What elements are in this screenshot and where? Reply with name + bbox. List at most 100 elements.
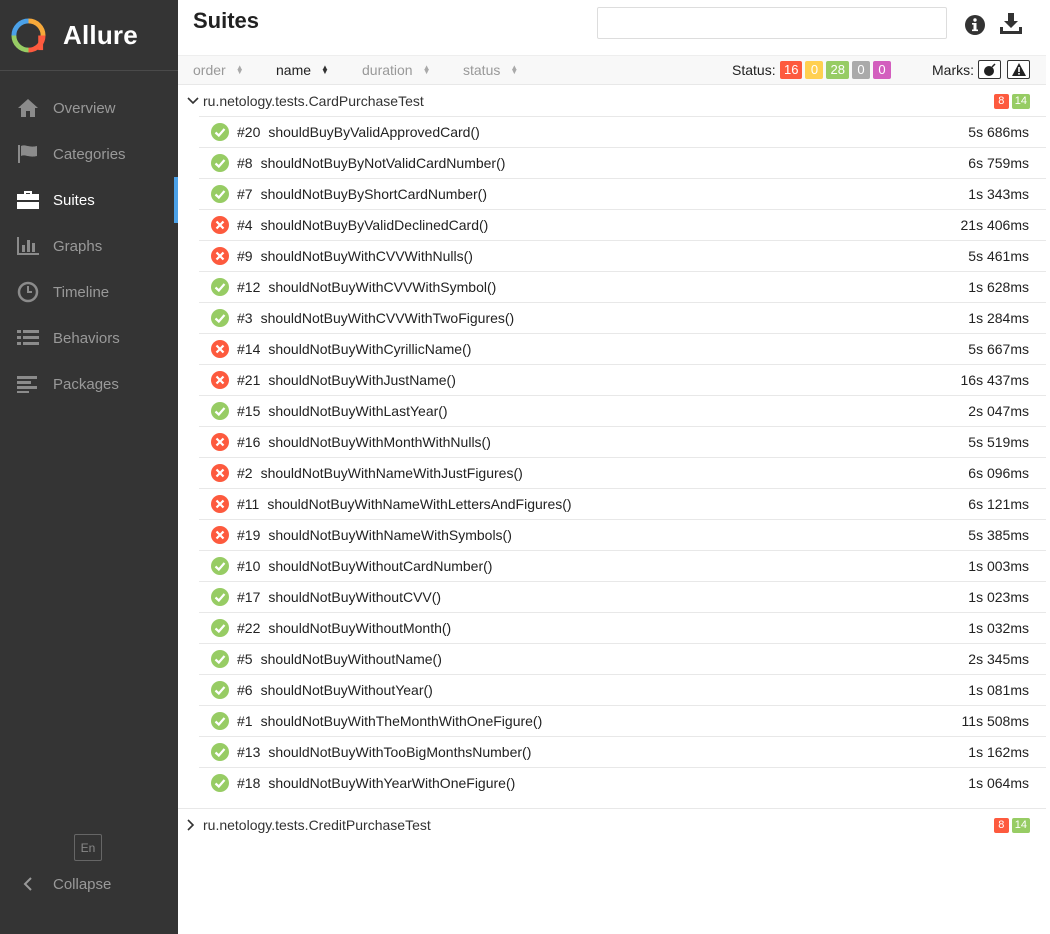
x-circle-icon xyxy=(211,495,229,513)
sort-arrows-icon: ▲ ▼ xyxy=(510,63,519,76)
test-row[interactable]: #2 shouldNotBuyWithNameWithJustFigures() 6… xyxy=(199,457,1046,488)
test-number: #19 xyxy=(237,527,261,543)
test-row[interactable]: #13 shouldNotBuyWithTooBigMonthsNumber() 1… xyxy=(199,736,1046,767)
test-row[interactable]: #6 shouldNotBuyWithoutYear() 1s 081ms xyxy=(199,674,1046,705)
test-duration: 1s 081ms xyxy=(968,682,1029,698)
new-failed-mark-toggle[interactable] xyxy=(1007,60,1030,79)
sidebar-item-timeline[interactable]: Timeline xyxy=(0,269,178,315)
sort-name[interactable]: name ▲ ▼ xyxy=(276,62,329,78)
test-name: shouldNotBuyWithNameWithSymbols() xyxy=(268,527,512,543)
status-failed-toggle[interactable]: 16 xyxy=(780,61,803,79)
brand[interactable]: Allure xyxy=(0,0,178,71)
suite-group-card-purchase[interactable]: ru.netology.tests.CardPurchaseTest 8 14 xyxy=(178,85,1046,116)
sidebar-item-label: Overview xyxy=(53,99,116,117)
test-list: #20 shouldBuyByValidApprovedCard() 5s 686m… xyxy=(199,116,1046,798)
check-circle-icon xyxy=(211,309,229,327)
test-row[interactable]: #1 shouldNotBuyWithTheMonthWithOneFigure(… xyxy=(199,705,1046,736)
test-name: shouldNotBuyByShortCardNumber() xyxy=(260,186,488,202)
test-number: #3 xyxy=(237,310,253,326)
test-number: #10 xyxy=(237,558,261,574)
test-row[interactable]: #11 shouldNotBuyWithNameWithLettersAndFig… xyxy=(199,488,1046,519)
test-duration: 1s 003ms xyxy=(968,558,1029,574)
status-filter: 16 0 28 0 0 xyxy=(780,61,891,79)
status-unknown-toggle[interactable]: 0 xyxy=(872,61,891,79)
test-name: shouldNotBuyWithMonthWithNulls() xyxy=(268,434,491,450)
test-name: shouldBuyByValidApprovedCard() xyxy=(268,124,480,140)
sort-arrows-icon: ▲ ▼ xyxy=(235,63,244,76)
x-circle-icon xyxy=(211,340,229,358)
test-row[interactable]: #3 shouldNotBuyWithCVVWithTwoFigures() 1s … xyxy=(199,302,1046,333)
test-duration: 2s 047ms xyxy=(968,403,1029,419)
test-duration: 1s 628ms xyxy=(968,279,1029,295)
sidebar-item-packages[interactable]: Packages xyxy=(0,361,178,407)
test-row[interactable]: #16 shouldNotBuyWithMonthWithNulls() 5s 51… xyxy=(199,426,1046,457)
failed-count-badge: 8 xyxy=(993,94,1009,109)
test-duration: 5s 385ms xyxy=(968,527,1029,543)
marks-filter-label: Marks: xyxy=(932,62,974,78)
sort-duration[interactable]: duration ▲ ▼ xyxy=(362,62,431,78)
test-row[interactable]: #14 shouldNotBuyWithCyrillicName() 5s 667m… xyxy=(199,333,1046,364)
test-name: shouldNotBuyWithTooBigMonthsNumber() xyxy=(268,744,532,760)
sort-label: status xyxy=(463,62,501,78)
x-circle-icon xyxy=(211,371,229,389)
passed-count-badge: 14 xyxy=(1011,94,1030,109)
sidebar-item-overview[interactable]: Overview xyxy=(0,85,178,131)
test-row[interactable]: #18 shouldNotBuyWithYearWithOneFigure() 1s… xyxy=(199,767,1046,798)
language-button[interactable]: En xyxy=(74,834,102,861)
status-skipped-toggle[interactable]: 0 xyxy=(851,61,870,79)
test-row[interactable]: #19 shouldNotBuyWithNameWithSymbols() 5s 3… xyxy=(199,519,1046,550)
test-row[interactable]: #10 shouldNotBuyWithoutCardNumber() 1s 003… xyxy=(199,550,1046,581)
search-input[interactable] xyxy=(597,7,947,39)
collapse-label: Collapse xyxy=(53,875,112,893)
sidebar-item-label: Graphs xyxy=(53,237,103,255)
sort-label: order xyxy=(193,62,226,78)
sidebar-item-label: Categories xyxy=(53,145,126,163)
sidebar-item-categories[interactable]: Categories xyxy=(0,131,178,177)
test-row[interactable]: #15 shouldNotBuyWithLastYear() 2s 047ms xyxy=(199,395,1046,426)
sidebar-item-suites[interactable]: Suites xyxy=(0,177,178,223)
sort-status[interactable]: status ▲ ▼ xyxy=(463,62,518,78)
test-duration: 5s 667ms xyxy=(968,341,1029,357)
flaky-mark-toggle[interactable] xyxy=(978,60,1001,79)
test-row[interactable]: #9 shouldNotBuyWithCVVWithNulls() 5s 461ms xyxy=(199,240,1046,271)
sidebar-item-label: Packages xyxy=(53,375,119,393)
sidebar: Allure Overview Categories Suites Graphs xyxy=(0,0,178,934)
sort-arrows-icon: ▲ ▼ xyxy=(422,63,431,76)
test-duration: 16s 437ms xyxy=(960,372,1029,388)
check-circle-icon xyxy=(211,712,229,730)
test-row[interactable]: #8 shouldNotBuyByNotValidCardNumber() 6s 7… xyxy=(199,147,1046,178)
status-filter-label: Status: xyxy=(732,62,776,78)
sidebar-item-behaviors[interactable]: Behaviors xyxy=(0,315,178,361)
warning-icon xyxy=(1011,63,1026,76)
status-passed-toggle[interactable]: 28 xyxy=(826,61,849,79)
sort-order[interactable]: order ▲ ▼ xyxy=(193,62,244,78)
chevron-left-icon xyxy=(16,877,40,891)
flag-icon xyxy=(16,142,40,166)
test-row[interactable]: #21 shouldNotBuyWithJustName() 16s 437ms xyxy=(199,364,1046,395)
download-icon[interactable] xyxy=(999,12,1023,36)
collapse-button[interactable]: Collapse xyxy=(16,870,111,898)
test-duration: 1s 343ms xyxy=(968,186,1029,202)
test-number: #1 xyxy=(237,713,253,729)
test-row[interactable]: #7 shouldNotBuyByShortCardNumber() 1s 343m… xyxy=(199,178,1046,209)
suite-counts: 8 14 xyxy=(993,94,1030,109)
test-name: shouldNotBuyWithCVVWithNulls() xyxy=(260,248,473,264)
test-number: #22 xyxy=(237,620,261,636)
test-row[interactable]: #22 shouldNotBuyWithoutMonth() 1s 032ms xyxy=(199,612,1046,643)
test-number: #13 xyxy=(237,744,261,760)
status-broken-toggle[interactable]: 0 xyxy=(805,61,824,79)
sort-arrows-icon: ▲ ▼ xyxy=(321,63,329,76)
suite-group-credit-purchase[interactable]: ru.netology.tests.CreditPurchaseTest 8 1… xyxy=(178,809,1046,840)
sidebar-item-graphs[interactable]: Graphs xyxy=(0,223,178,269)
test-row[interactable]: #12 shouldNotBuyWithCVVWithSymbol() 1s 628… xyxy=(199,271,1046,302)
clock-icon xyxy=(16,280,40,304)
test-row[interactable]: #4 shouldNotBuyByValidDeclinedCard() 21s 4… xyxy=(199,209,1046,240)
test-row[interactable]: #5 shouldNotBuyWithoutName() 2s 345ms xyxy=(199,643,1046,674)
info-icon[interactable] xyxy=(964,14,986,36)
check-circle-icon xyxy=(211,619,229,637)
test-row[interactable]: #17 shouldNotBuyWithoutCVV() 1s 023ms xyxy=(199,581,1046,612)
test-name: shouldNotBuyWithoutName() xyxy=(260,651,442,667)
test-row[interactable]: #20 shouldBuyByValidApprovedCard() 5s 686m… xyxy=(199,116,1046,147)
check-circle-icon xyxy=(211,650,229,668)
brand-name: Allure xyxy=(63,19,138,50)
